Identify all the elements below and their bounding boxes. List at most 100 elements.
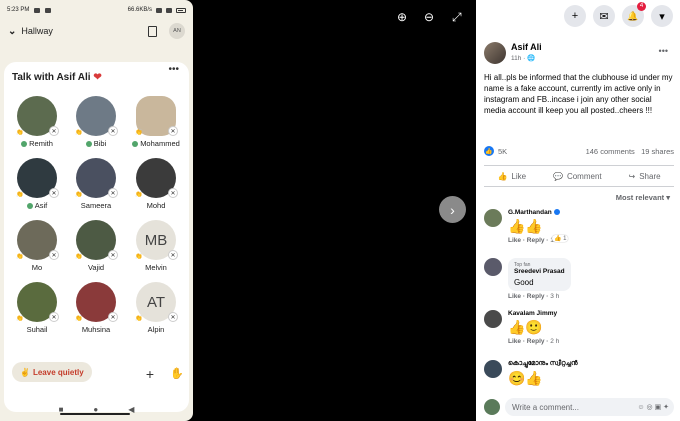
speaker-tile[interactable]: MB 👏 ✕ Melvin xyxy=(126,220,186,272)
messenger-button[interactable]: ✉ xyxy=(593,5,615,27)
speaker-avatar[interactable]: 👏 ✕ xyxy=(16,282,59,322)
commenter-avatar[interactable] xyxy=(484,209,502,227)
speaker-avatar[interactable]: 👏 ✕ xyxy=(16,220,59,260)
clap-icon: 👏 xyxy=(16,254,24,260)
commenter-name-text[interactable]: G.Marthandan xyxy=(508,209,552,216)
mic-muted-icon: ✕ xyxy=(49,188,59,198)
comment-reaction-count[interactable]: 👍 1 xyxy=(552,235,569,242)
speaker-avatar[interactable]: AT 👏 ✕ xyxy=(135,282,178,322)
avatar-initials: MB xyxy=(144,231,168,249)
battery-icon xyxy=(176,7,186,13)
more-icon[interactable]: ••• xyxy=(168,64,179,75)
speaker-avatar[interactable]: 👏 ✕ xyxy=(16,96,59,136)
like-button[interactable]: 👍 Like xyxy=(497,172,526,181)
commenter-avatar[interactable] xyxy=(484,360,502,378)
commenter-name-text[interactable]: Sreedevi Prasad xyxy=(514,268,565,275)
speaker-avatar[interactable]: 👏 ✕ xyxy=(75,158,118,198)
comment-input[interactable]: Write a comment... ☺ ◎ ▣ ✦ xyxy=(505,398,674,416)
comment-emoji: 👍🙂 xyxy=(508,319,543,335)
speaker-tile[interactable]: 👏 ✕ Sameera xyxy=(66,158,126,210)
comments-count[interactable]: 146 comments xyxy=(586,147,635,156)
mic-muted-icon: ✕ xyxy=(108,312,118,322)
speaker-name-text: Muhsina xyxy=(81,325,111,334)
room-title-text: Talk with Asif Ali xyxy=(12,72,91,83)
speaker-avatar[interactable]: 👏 ✕ xyxy=(75,282,118,322)
speaker-tile[interactable]: 👏 ✕ Bibi xyxy=(66,96,126,148)
comment-placeholder: Write a comment... xyxy=(512,402,579,412)
speaker-avatar[interactable]: 👏 ✕ xyxy=(75,96,118,136)
hallway-label[interactable]: Hallway xyxy=(21,26,53,36)
commenter-name[interactable]: കൊച്ചുമോനും സ്വീറ്റച്ചൻ xyxy=(508,360,578,368)
comment-like-link[interactable]: Like xyxy=(508,237,521,244)
author-name[interactable]: Asif Ali xyxy=(511,42,542,52)
fullscreen-icon[interactable]: ⤢ xyxy=(452,10,462,25)
speaker-tile[interactable]: 👏 ✕ Mohammed xyxy=(126,96,186,148)
commenter-name-text[interactable]: കൊച്ചുമോനും സ്വീറ്റച്ചൻ xyxy=(508,360,578,367)
comment-sort-dropdown[interactable]: Most relevant ▾ xyxy=(616,193,670,202)
shares-count[interactable]: 19 shares xyxy=(641,147,674,156)
speaker-name-text: Alpin xyxy=(147,325,165,334)
speaker-name-text: Sameera xyxy=(80,201,112,210)
plus-icon: + xyxy=(571,10,579,22)
zoom-out-icon[interactable]: ⊖ xyxy=(424,10,434,24)
account-menu-button[interactable]: ▾ xyxy=(651,5,673,27)
commenter-name[interactable]: G.Marthandan xyxy=(508,209,564,216)
hallway-header[interactable]: ⌄ Hallway AN xyxy=(0,20,193,42)
comment-meta: Like · Reply · 2 h xyxy=(508,338,560,345)
speaker-name-text: Mohammed xyxy=(140,139,180,148)
peace-icon: ✌ xyxy=(20,367,30,377)
leave-label: Leave quietly xyxy=(32,367,84,377)
comment-like-link[interactable]: Like xyxy=(508,338,521,345)
comment-reply-link[interactable]: Reply xyxy=(527,237,545,244)
speaker-avatar[interactable]: 👏 ✕ xyxy=(135,158,178,198)
comment-time[interactable]: 2 h xyxy=(550,338,559,345)
comment-time[interactable]: 3 h xyxy=(550,293,559,300)
notifications-button[interactable]: 🔔 4 xyxy=(622,2,646,27)
speaker-tile[interactable]: 👏 ✕ Mo xyxy=(7,220,67,272)
notification-icon xyxy=(34,7,41,13)
avatar[interactable]: AN xyxy=(169,23,185,39)
post-actions: 👍 Like 💬 Comment ↪ Share xyxy=(484,165,674,187)
like-reaction-icon: 👍 xyxy=(484,146,494,156)
speaker-avatar[interactable]: MB 👏 ✕ xyxy=(135,220,178,260)
author-avatar[interactable] xyxy=(484,42,506,64)
document-icon[interactable] xyxy=(148,25,157,37)
speaker-tile[interactable]: 👏 ✕ Asif xyxy=(7,158,67,210)
comment-like-link[interactable]: Like xyxy=(508,293,521,300)
leave-quietly-button[interactable]: ✌ Leave quietly xyxy=(12,362,92,382)
commenter-avatar[interactable] xyxy=(484,310,502,328)
speaker-tile[interactable]: 👏 ✕ Vajid xyxy=(66,220,126,272)
comment-reply-link[interactable]: Reply xyxy=(527,293,545,300)
caret-down-icon: ▾ xyxy=(659,10,665,23)
speaker-name: Mohammed xyxy=(126,139,186,148)
speaker-avatar[interactable]: 👏 ✕ xyxy=(75,220,118,260)
post-menu-icon[interactable]: ••• xyxy=(659,46,668,56)
share-button[interactable]: ↪ Share xyxy=(629,172,661,181)
commenter-name[interactable]: Kavalam Jimmy xyxy=(508,310,559,317)
speaker-avatar[interactable]: 👏 ✕ xyxy=(16,158,59,198)
raise-hand-icon[interactable]: ✋ xyxy=(168,365,186,383)
speaker-tile[interactable]: AT 👏 ✕ Alpin xyxy=(126,282,186,334)
next-photo-button[interactable]: › xyxy=(439,196,466,223)
speaker-avatar[interactable]: 👏 ✕ xyxy=(135,96,178,136)
zoom-in-icon[interactable]: ⊕ xyxy=(397,10,407,24)
comment-reply-link[interactable]: Reply xyxy=(527,338,545,345)
speaker-tile[interactable]: 👏 ✕ Muhsina xyxy=(66,282,126,334)
commenter-avatar[interactable] xyxy=(484,258,502,276)
comment-tools-icons[interactable]: ☺ ◎ ▣ ✦ xyxy=(637,403,674,411)
speaker-tile[interactable]: 👏 ✕ Mohd xyxy=(126,158,186,210)
comment-button[interactable]: 💬 Comment xyxy=(553,172,602,181)
mic-muted-icon: ✕ xyxy=(168,250,178,260)
chevron-down-icon[interactable]: ⌄ xyxy=(8,26,16,37)
commenter-name-text[interactable]: Kavalam Jimmy xyxy=(508,310,557,317)
post-time[interactable]: 11h · 🌐 xyxy=(511,54,542,62)
commenter-name[interactable]: Sreedevi Prasad xyxy=(514,268,565,275)
clap-icon: 👏 xyxy=(16,130,24,136)
add-button[interactable]: + xyxy=(141,365,159,383)
reaction-count[interactable]: 5K xyxy=(498,147,507,156)
moderator-badge-icon xyxy=(26,203,33,210)
create-button[interactable]: + xyxy=(564,5,586,27)
comment-bubble: G.Marthandan xyxy=(508,209,564,216)
speaker-tile[interactable]: 👏 ✕ Suhail xyxy=(7,282,67,334)
speaker-tile[interactable]: 👏 ✕ Remith xyxy=(7,96,67,148)
